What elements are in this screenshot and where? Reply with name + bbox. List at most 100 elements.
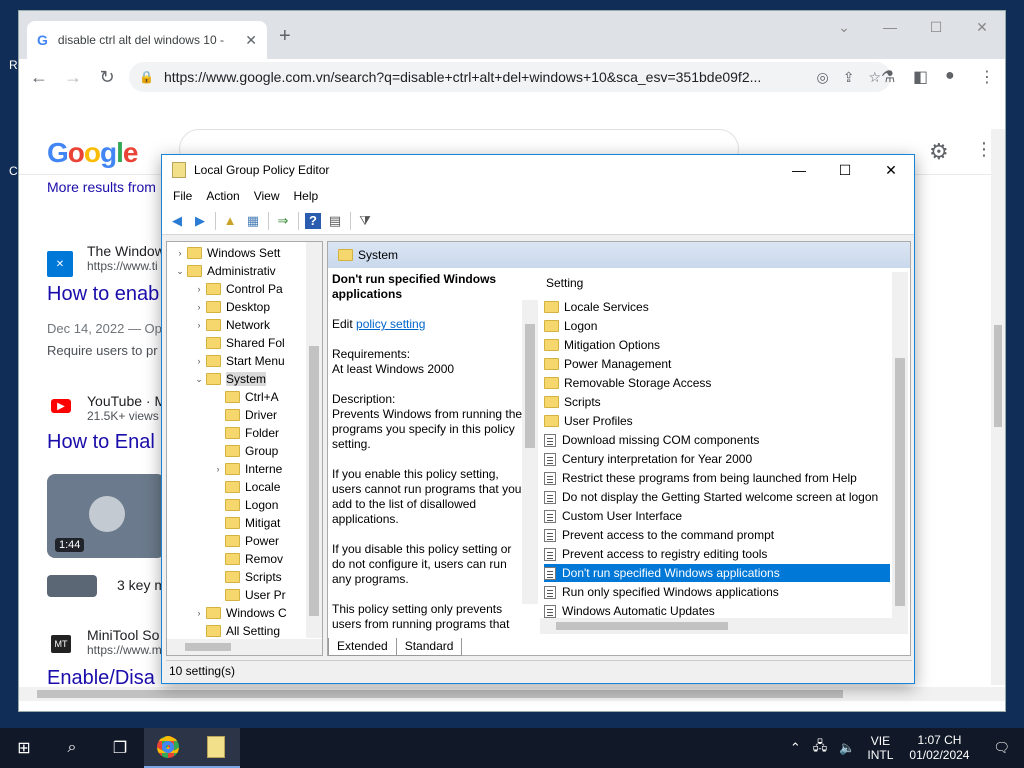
expand-chevron-icon[interactable]: › — [192, 302, 206, 312]
edit-policy-link[interactable]: policy setting — [356, 317, 425, 331]
forward-button[interactable]: → — [59, 63, 87, 91]
scroll-thumb[interactable] — [895, 358, 905, 606]
reload-button[interactable]: ↻ — [93, 63, 121, 91]
menu-help[interactable]: Help — [287, 189, 326, 203]
setting-list-item[interactable]: Restrict these programs from being launc… — [544, 469, 890, 487]
lock-icon[interactable]: 🔒 — [139, 70, 154, 84]
result-title[interactable]: How to enab — [47, 275, 159, 306]
tree-item[interactable]: › Control Pa — [192, 280, 283, 298]
notification-icon[interactable]: 🗨 — [979, 740, 1024, 756]
browser-tab[interactable]: G disable ctrl alt del windows 10 - ✕ — [27, 21, 267, 59]
close-button[interactable]: ✕ — [959, 11, 1005, 43]
page-vertical-scrollbar[interactable] — [991, 129, 1005, 685]
scroll-thumb[interactable] — [37, 690, 843, 698]
setting-list-item[interactable]: Prevent access to the command prompt — [544, 526, 890, 544]
video-thumbnail[interactable]: 1:44 — [47, 474, 165, 558]
profile-icon[interactable]: ● — [945, 67, 955, 85]
tree-item[interactable]: Logon — [211, 496, 278, 514]
volume-icon[interactable]: 🔈 — [833, 740, 861, 756]
list-horizontal-scrollbar[interactable] — [540, 618, 908, 634]
filter-icon[interactable]: ⧩ — [354, 210, 376, 232]
tree-item[interactable]: Remov — [211, 550, 283, 568]
tree-item[interactable]: Group — [211, 442, 278, 460]
forward-arrow-icon[interactable]: ▶ — [189, 210, 211, 232]
show-hide-tree-icon[interactable]: ▦ — [242, 210, 264, 232]
folder-list-item[interactable]: User Profiles — [544, 412, 890, 430]
tree-item[interactable]: Driver — [211, 406, 277, 424]
back-arrow-icon[interactable]: ◀ — [166, 210, 188, 232]
back-button[interactable]: ← — [25, 63, 53, 91]
tree-item[interactable]: › Windows Sett — [173, 244, 281, 262]
key-moments-label[interactable]: 3 key m — [117, 577, 166, 593]
key-moments-thumbnail[interactable] — [47, 575, 97, 597]
tree-item[interactable]: › Windows C — [192, 604, 287, 622]
tree-item[interactable]: Ctrl+A — [211, 388, 279, 406]
tree-item[interactable]: › Interne — [211, 460, 283, 478]
tree-item[interactable]: Shared Fol — [192, 334, 285, 352]
tree-item[interactable]: Locale — [211, 478, 280, 496]
minimize-button[interactable]: — — [867, 11, 913, 43]
gpe-title-bar[interactable]: Local Group Policy Editor — ☐ ✕ — [162, 155, 914, 185]
search-icon[interactable]: ⌕ — [48, 728, 96, 768]
tree-item[interactable]: › Network — [192, 316, 271, 334]
desktop-icon-label[interactable]: R — [9, 58, 18, 72]
network-icon[interactable]: 🖧 — [807, 737, 834, 759]
setting-list-item[interactable]: Run only specified Windows applications — [544, 583, 890, 601]
expand-chevron-icon[interactable]: ⌄ — [173, 266, 187, 277]
expand-chevron-icon[interactable]: ⌄ — [192, 374, 206, 385]
eye-off-icon[interactable]: ◎ — [816, 69, 828, 86]
side-panel-icon[interactable]: ◧ — [913, 67, 928, 87]
scroll-thumb[interactable] — [994, 325, 1002, 427]
tree-item[interactable]: Power — [211, 532, 279, 550]
tree-item[interactable]: Mitigat — [211, 514, 280, 532]
maximize-button[interactable]: ☐ — [822, 155, 868, 185]
extensions-icon[interactable]: ⚗ — [881, 67, 895, 87]
tree-item[interactable]: All Setting — [192, 622, 280, 640]
minimize-button[interactable]: — — [776, 155, 822, 185]
show-hidden-icons-chevron-icon[interactable]: ⌃ — [784, 740, 807, 756]
export-list-icon[interactable]: ⇒ — [272, 210, 294, 232]
start-windows-icon[interactable]: ⊞ — [0, 728, 48, 768]
maximize-button[interactable]: ☐ — [913, 11, 959, 43]
task-view-icon[interactable]: ❐ — [96, 728, 144, 768]
share-icon[interactable]: ⇪ — [843, 69, 855, 86]
folder-list-item[interactable]: Scripts — [544, 393, 890, 411]
desktop-icon-label[interactable]: C — [9, 164, 18, 178]
tree-item[interactable]: ⌄ System — [192, 370, 267, 388]
tab-standard[interactable]: Standard — [395, 638, 463, 656]
tree-item[interactable]: User Pr — [211, 586, 286, 604]
tree-item[interactable]: Folder — [211, 424, 279, 442]
chrome-taskbar-icon[interactable] — [144, 728, 192, 768]
expand-chevron-icon[interactable]: › — [192, 608, 206, 618]
setting-list-item[interactable]: Century interpretation for Year 2000 — [544, 450, 890, 468]
language-indicator[interactable]: VIE INTL — [861, 734, 899, 762]
close-tab-icon[interactable]: ✕ — [245, 32, 257, 49]
scroll-thumb[interactable] — [185, 643, 231, 651]
menu-action[interactable]: Action — [199, 189, 246, 203]
more-results-link[interactable]: More results from — [47, 179, 156, 195]
column-header-setting[interactable]: Setting — [546, 276, 583, 290]
notepad-taskbar-icon[interactable] — [192, 728, 240, 768]
tab-extended[interactable]: Extended — [328, 638, 397, 656]
scroll-thumb[interactable] — [556, 622, 728, 630]
help-icon[interactable]: ? — [305, 212, 321, 229]
expand-chevron-icon[interactable]: › — [192, 320, 206, 330]
address-bar[interactable]: 🔒 https://www.google.com.vn/search?q=dis… — [129, 62, 891, 92]
tree-item[interactable]: › Start Menu — [192, 352, 285, 370]
bookmark-star-icon[interactable]: ☆ — [868, 69, 881, 86]
folder-list-item[interactable]: Power Management — [544, 355, 890, 373]
setting-list-item[interactable]: Do not display the Getting Started welco… — [544, 488, 890, 506]
folder-list-item[interactable]: Logon — [544, 317, 890, 335]
tree-horizontal-scrollbar[interactable] — [167, 639, 322, 655]
menu-kebab-icon[interactable]: ⋮ — [979, 67, 995, 87]
expand-chevron-icon[interactable]: › — [192, 356, 206, 366]
folder-list-item[interactable]: Mitigation Options — [544, 336, 890, 354]
description-scrollbar[interactable] — [522, 300, 538, 604]
expand-chevron-icon[interactable]: › — [192, 284, 206, 294]
setting-list-item[interactable]: Download missing COM components — [544, 431, 890, 449]
up-folder-icon[interactable]: ▲ — [219, 210, 241, 232]
tree-item[interactable]: ⌄ Administrativ — [173, 262, 275, 280]
tree-item[interactable]: Scripts — [211, 568, 282, 586]
scroll-thumb[interactable] — [309, 346, 319, 616]
expand-chevron-icon[interactable]: › — [211, 464, 225, 474]
